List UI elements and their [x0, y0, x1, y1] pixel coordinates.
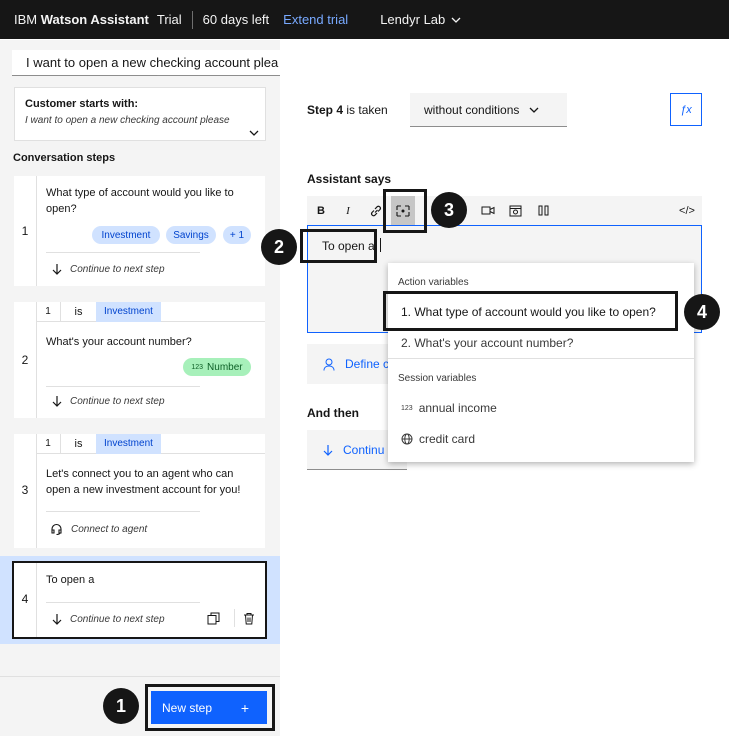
callout-1: 1 — [103, 688, 139, 724]
option-tag: Savings — [166, 226, 216, 244]
step-card-2[interactable]: 1 is Investment 2 What's your account nu… — [14, 301, 265, 418]
number-tag: 123 Number — [183, 358, 251, 376]
duplicate-icon[interactable] — [207, 612, 220, 625]
headset-icon — [51, 523, 62, 535]
number-icon: 123 — [401, 404, 413, 412]
session-variables-header: Session variables — [398, 373, 477, 384]
step-number: 2 — [21, 353, 29, 367]
step-footer: Continue to next step — [52, 263, 165, 275]
arrow-down-icon — [52, 264, 62, 275]
step-footer: Continue to next step — [52, 395, 165, 407]
iframe-button[interactable] — [507, 196, 523, 225]
more-options-tag[interactable]: + 1 — [223, 226, 251, 244]
divider — [191, 10, 193, 29]
project-switcher[interactable]: Lendyr Lab — [380, 12, 461, 27]
highlight-box — [145, 684, 275, 731]
columns-icon — [538, 205, 549, 216]
customer-utterance-input[interactable]: I want to open a new checking account pl… — [12, 50, 280, 76]
option-tag: Investment — [92, 226, 160, 244]
chevron-down-icon[interactable] — [249, 130, 259, 136]
arrow-down-icon — [52, 396, 62, 407]
video-button[interactable] — [480, 196, 496, 225]
days-left: 60 days left — [202, 12, 270, 27]
step-text: To open a — [46, 574, 95, 586]
divider — [36, 302, 37, 418]
trash-icon[interactable] — [243, 612, 255, 625]
action-variables-header: Action variables — [398, 277, 469, 288]
step-card-1[interactable]: 1 What type of account would you like to… — [14, 176, 265, 286]
step-number: 1 — [21, 224, 29, 238]
project-name: Lendyr Lab — [380, 12, 446, 27]
callout-2: 2 — [261, 229, 297, 265]
chevron-down-icon — [529, 107, 539, 113]
callout-4: 4 — [684, 294, 720, 330]
step-taken-label: Step 4 is taken — [307, 103, 388, 117]
top-bar: IBM Watson Assistant Trial 60 days left … — [0, 0, 729, 39]
user-icon — [323, 358, 335, 371]
step-footer: Continue to next step — [52, 613, 165, 625]
callout-3: 3 — [431, 192, 467, 228]
trial-label: Trial — [156, 12, 182, 27]
step-text: Let's connect you to an agent who can op… — [46, 468, 241, 496]
step-card-3[interactable]: 1 is Investment 3 Let's connect you to a… — [14, 433, 265, 548]
step-number: 4 — [21, 592, 29, 606]
session-variable-item[interactable]: credit card — [401, 432, 475, 446]
and-then-label: And then — [307, 406, 359, 420]
code-view-button[interactable]: </> — [677, 196, 697, 225]
highlight-box — [383, 291, 678, 331]
highlight-box — [383, 189, 427, 233]
italic-button[interactable]: I — [340, 196, 356, 225]
text-cursor — [380, 238, 381, 252]
link-icon — [371, 205, 381, 216]
conversation-steps-title: Conversation steps — [13, 152, 116, 164]
divider — [36, 434, 37, 548]
extend-trial-link[interactable]: Extend trial — [283, 12, 348, 27]
starts-title: Customer starts with: — [25, 98, 139, 110]
condition-select[interactable]: without conditions — [410, 93, 567, 127]
step-condition: 1 is Investment — [36, 433, 265, 454]
action-variable-item[interactable]: 2. What's your account number? — [401, 336, 573, 350]
step-condition: 1 is Investment — [36, 301, 265, 322]
step-card-4[interactable]: 4 To open a Continue to next step — [12, 561, 267, 639]
divider — [46, 386, 200, 387]
video-icon — [481, 206, 495, 215]
step-text: What's your account number? — [46, 336, 192, 348]
arrow-down-icon — [52, 614, 62, 625]
brand: IBM Watson Assistant — [14, 12, 149, 27]
customer-starts-with[interactable]: Customer starts with: I want to open a n… — [14, 87, 266, 141]
globe-icon — [401, 433, 413, 445]
divider — [234, 609, 235, 627]
divider — [0, 676, 280, 677]
starts-text: I want to open a new checking account pl… — [25, 115, 230, 126]
columns-button[interactable] — [536, 196, 552, 225]
divider — [46, 602, 200, 603]
arrow-down-icon — [323, 444, 333, 456]
highlight-box — [300, 229, 377, 263]
divider — [46, 252, 200, 253]
divider — [388, 358, 694, 359]
assistant-says-label: Assistant says — [307, 172, 392, 186]
step-text: What type of account would you like to o… — [46, 187, 234, 215]
session-variable-item[interactable]: 123 annual income — [401, 401, 497, 415]
bold-button[interactable]: B — [313, 196, 329, 225]
step-number: 3 — [21, 483, 29, 497]
chevron-down-icon — [451, 17, 461, 23]
divider — [36, 176, 37, 286]
editor-toolbar: B I </> — [307, 196, 702, 225]
step-footer: Connect to agent — [50, 523, 147, 535]
iframe-icon — [509, 205, 521, 216]
number-icon: 123 — [191, 363, 204, 371]
function-button[interactable]: ƒx — [670, 93, 702, 126]
divider — [36, 563, 37, 637]
divider — [46, 511, 200, 512]
